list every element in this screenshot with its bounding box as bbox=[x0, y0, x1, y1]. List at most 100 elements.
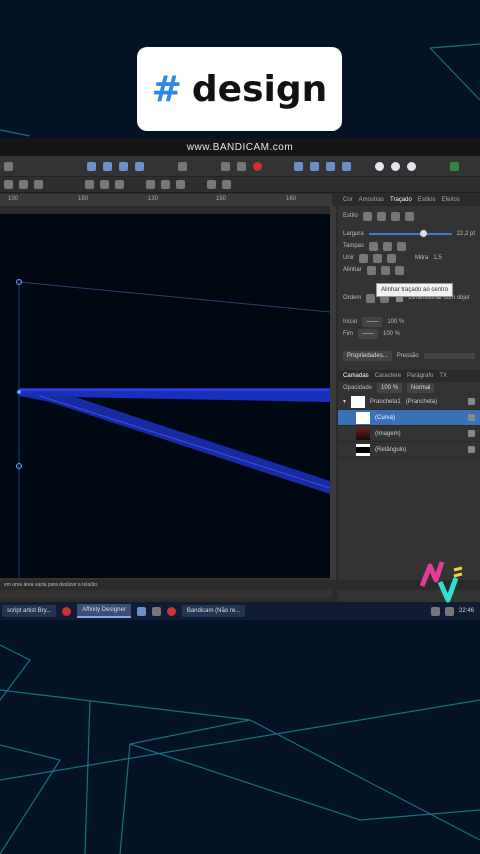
tool-b-icon[interactable] bbox=[19, 180, 28, 189]
node-handle-middle bbox=[16, 463, 22, 469]
chevron-down-icon[interactable]: ▾ bbox=[343, 398, 346, 405]
app-icon[interactable] bbox=[166, 606, 176, 616]
boolean-intersect-icon[interactable] bbox=[326, 161, 335, 171]
snap-icon[interactable] bbox=[119, 161, 128, 171]
tab-effects[interactable]: Efeitos bbox=[441, 197, 459, 203]
link-icon[interactable] bbox=[407, 161, 416, 171]
boolean-subtract-icon[interactable] bbox=[310, 161, 319, 171]
align-icon[interactable] bbox=[178, 161, 187, 171]
align-left-icon[interactable] bbox=[85, 180, 94, 189]
node-handle-top bbox=[16, 279, 22, 285]
layer-type: (Prancheta) bbox=[405, 398, 438, 405]
export-icon[interactable] bbox=[450, 161, 459, 171]
stroke-none-icon[interactable] bbox=[362, 211, 372, 221]
order-front-icon[interactable] bbox=[366, 293, 376, 303]
visibility-checkbox[interactable] bbox=[468, 446, 475, 453]
tab-swatches[interactable]: Amostras bbox=[359, 197, 384, 203]
cap-butt-icon[interactable] bbox=[369, 241, 379, 251]
width-slider[interactable] bbox=[368, 230, 452, 237]
pressure-label: Pressão bbox=[396, 353, 419, 359]
bandicam-record-icon[interactable] bbox=[253, 161, 262, 171]
align-center-stroke-icon[interactable] bbox=[366, 265, 376, 275]
view-icon[interactable] bbox=[135, 161, 144, 171]
hash-icon: # bbox=[151, 68, 182, 110]
properties-row: Propriedades... Pressão bbox=[338, 350, 480, 362]
stroke-solid-icon[interactable] bbox=[376, 211, 386, 221]
grid-icon[interactable] bbox=[103, 161, 112, 171]
distribute-icon[interactable] bbox=[207, 180, 216, 189]
join-miter-icon[interactable] bbox=[359, 253, 369, 263]
cap-square-icon[interactable] bbox=[397, 241, 407, 251]
end-label: Fim bbox=[343, 331, 353, 337]
layer-row[interactable]: (Retângulo) bbox=[338, 442, 480, 458]
layer-row[interactable]: ▾ Prancheta1 (Prancheta) bbox=[338, 394, 480, 410]
app-icon[interactable] bbox=[151, 606, 161, 616]
end-value[interactable]: 100 % bbox=[383, 331, 400, 337]
align-middle-icon[interactable] bbox=[161, 180, 170, 189]
tab-paragraph[interactable]: Parágrafo bbox=[407, 373, 433, 379]
cap-round-icon[interactable] bbox=[383, 241, 393, 251]
tool-c-icon[interactable] bbox=[34, 180, 43, 189]
tab-styles[interactable]: Estilos bbox=[418, 197, 436, 203]
start-arrow-select[interactable]: —— bbox=[362, 317, 383, 327]
properties-button[interactable]: Propriedades... bbox=[343, 351, 392, 361]
join-round-icon[interactable] bbox=[373, 253, 383, 263]
align-outside-stroke-icon[interactable] bbox=[394, 265, 404, 275]
tab-layers[interactable]: Camadas bbox=[343, 373, 369, 379]
align-center-icon[interactable] bbox=[100, 180, 109, 189]
right-panel: Cor Amostras Traçado Estilos Efeitos Est… bbox=[338, 194, 480, 602]
tab-color[interactable]: Cor bbox=[343, 197, 353, 203]
join-bevel-icon[interactable] bbox=[387, 253, 397, 263]
app-icon[interactable] bbox=[136, 606, 146, 616]
boolean-add-icon[interactable] bbox=[294, 161, 303, 171]
miter-value[interactable]: 1,5 bbox=[433, 255, 441, 261]
tab-tx[interactable]: TX bbox=[439, 373, 447, 379]
visibility-checkbox[interactable] bbox=[468, 430, 475, 437]
blend-mode-select[interactable]: Normal bbox=[407, 383, 435, 393]
transform-icon[interactable] bbox=[237, 161, 246, 171]
align-label: Alinhar bbox=[343, 267, 362, 273]
windows-start-icon[interactable] bbox=[62, 606, 72, 616]
ruler-mark: 100 bbox=[8, 196, 19, 202]
layer-thumbnail bbox=[356, 427, 370, 440]
start-value[interactable]: 100 % bbox=[387, 319, 404, 325]
volume-icon[interactable] bbox=[444, 606, 454, 616]
cap-row: Tampas bbox=[338, 240, 480, 252]
stroke-dash-icon[interactable] bbox=[390, 211, 400, 221]
align-right-icon[interactable] bbox=[115, 180, 124, 189]
space-icon[interactable] bbox=[222, 180, 231, 189]
layer-row[interactable]: (Imagem) bbox=[338, 426, 480, 442]
taskbar-item-bandicam[interactable]: Bandicam (Não re... bbox=[181, 605, 246, 617]
tab-stroke[interactable]: Traçado bbox=[390, 197, 412, 203]
opacity-value[interactable]: 100 % bbox=[377, 383, 403, 393]
order-label: Ordem bbox=[343, 295, 362, 301]
visibility-checkbox[interactable] bbox=[468, 414, 475, 421]
tab-character[interactable]: Caractere bbox=[375, 373, 401, 379]
taskbar-item-affinity[interactable]: Affinity Designer bbox=[77, 604, 131, 618]
network-icon[interactable] bbox=[430, 606, 440, 616]
width-row: Largura 22,2 pt bbox=[338, 228, 480, 240]
main-toolbar bbox=[0, 156, 480, 177]
artboard-canvas[interactable] bbox=[0, 214, 330, 598]
persona-icon[interactable] bbox=[87, 161, 96, 171]
help-icon[interactable] bbox=[391, 161, 400, 171]
stroke-brush-icon[interactable] bbox=[404, 211, 414, 221]
menu-icon[interactable] bbox=[4, 161, 13, 171]
pressure-curve[interactable] bbox=[423, 353, 475, 359]
align-inside-stroke-icon[interactable] bbox=[380, 265, 390, 275]
tool-a-icon[interactable] bbox=[4, 180, 13, 189]
user-icon[interactable] bbox=[375, 161, 384, 171]
layer-row-selected[interactable]: (Curva) bbox=[338, 410, 480, 426]
align-top-icon[interactable] bbox=[146, 180, 155, 189]
order-icon[interactable] bbox=[221, 161, 230, 171]
stroke-curve[interactable] bbox=[19, 388, 330, 494]
end-arrow-select[interactable]: —— bbox=[358, 329, 378, 339]
clock-icon[interactable]: 22:46 bbox=[459, 608, 474, 614]
boolean-xor-icon[interactable] bbox=[342, 161, 351, 171]
taskbar-item[interactable]: script artist Bry... bbox=[2, 605, 57, 617]
hashtag-badge: # design bbox=[137, 47, 342, 131]
width-value[interactable]: 22,2 pt bbox=[457, 231, 475, 237]
visibility-checkbox[interactable] bbox=[468, 398, 475, 405]
vertical-scrollbar[interactable] bbox=[330, 206, 336, 586]
align-bottom-icon[interactable] bbox=[176, 180, 185, 189]
